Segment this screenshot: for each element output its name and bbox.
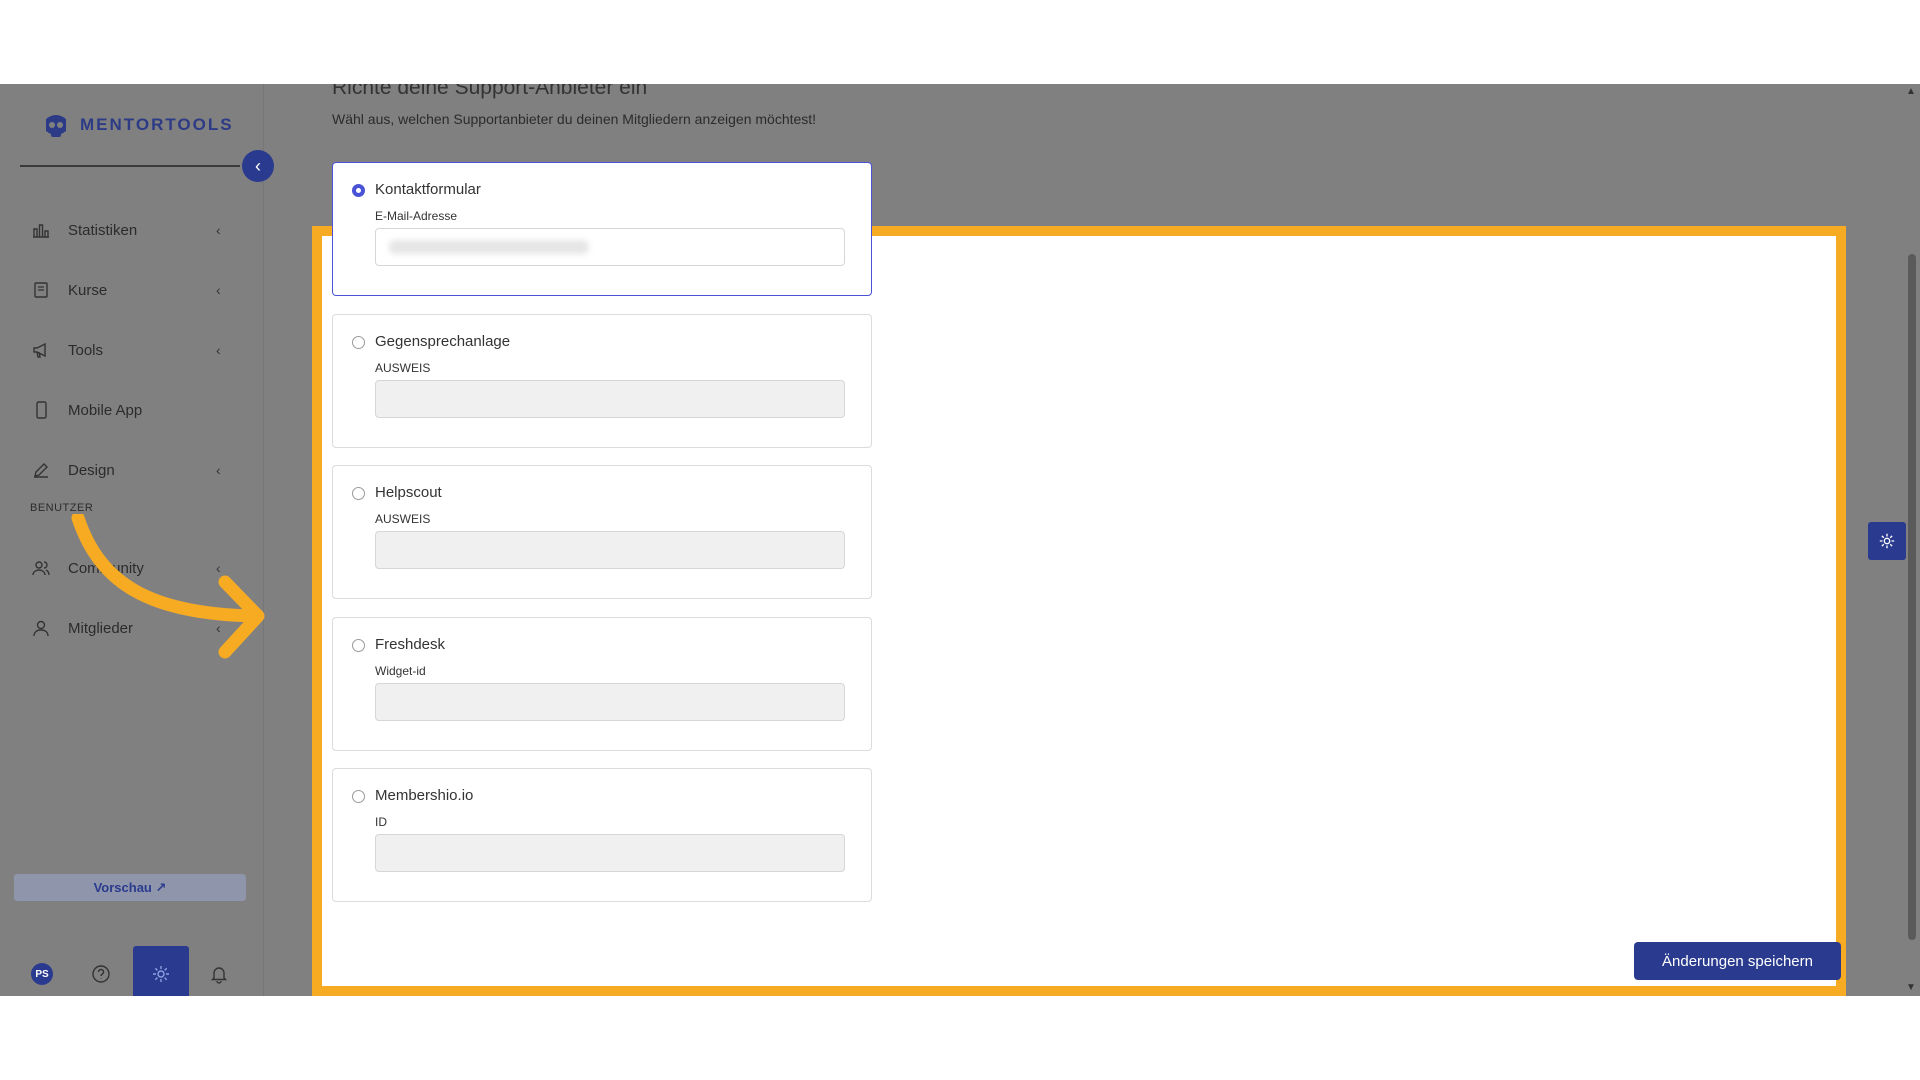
avatar-button[interactable]: PS xyxy=(14,946,70,996)
brand-name: MENTORTOOLS xyxy=(80,115,234,134)
chevron-left-icon: ‹ xyxy=(216,282,221,298)
field-label: ID xyxy=(375,815,387,829)
page-subtitle: Wähl aus, welchen Supportanbieter du dei… xyxy=(332,111,817,127)
preview-button[interactable]: Vorschau ↗ xyxy=(14,874,246,901)
mentor-logo-icon xyxy=(46,115,66,137)
help-icon xyxy=(92,965,110,983)
book-icon xyxy=(30,279,52,301)
brand-logo[interactable]: MENTORTOOLS xyxy=(40,109,234,141)
floating-settings-button[interactable] xyxy=(1868,522,1906,560)
provider-name: Freshdesk xyxy=(375,636,446,653)
settings-button[interactable] xyxy=(133,946,189,996)
people-icon xyxy=(30,557,52,579)
user-icon xyxy=(30,617,52,639)
megaphone-icon xyxy=(30,339,52,361)
chevron-left-icon: ‹ xyxy=(255,155,261,176)
collapse-sidebar-button[interactable]: ‹ xyxy=(242,150,274,182)
sidebar-item-label: Tools xyxy=(68,341,104,359)
provider-radio[interactable] xyxy=(352,184,365,197)
provider-card-helpscout[interactable]: Helpscout AUSWEIS xyxy=(332,465,872,599)
provider-card-membershio[interactable]: Membershio.io ID xyxy=(332,768,872,902)
scrollbar-thumb[interactable] xyxy=(1908,254,1916,940)
field-label: E-Mail-Adresse xyxy=(375,209,458,223)
provider-name: Gegensprechanlage xyxy=(375,333,511,350)
provider-radio[interactable] xyxy=(352,336,365,349)
gear-icon xyxy=(1879,533,1895,549)
sidebar-item-design[interactable]: Design ‹ xyxy=(30,455,230,485)
tutorial-arrow-icon xyxy=(71,514,265,659)
field-label: Widget-id xyxy=(375,664,426,678)
chevron-left-icon: ‹ xyxy=(216,462,221,478)
sidebar-bottom-bar: PS xyxy=(0,932,263,996)
pencil-icon xyxy=(30,459,52,481)
redacted-value xyxy=(389,240,589,254)
provider-card-freshdesk[interactable]: Freshdesk Widget-id xyxy=(332,617,872,751)
notifications-button[interactable] xyxy=(191,946,247,996)
provider-name: Helpscout xyxy=(375,484,442,501)
bell-icon xyxy=(210,967,228,984)
sidebar-item-kurse[interactable]: Kurse ‹ xyxy=(30,275,230,305)
sidebar-item-tools[interactable]: Tools ‹ xyxy=(30,335,230,365)
id-field[interactable] xyxy=(375,834,845,872)
sidebar-item-label: Statistiken xyxy=(68,221,138,239)
app-frame: MENTORTOOLS Statistiken ‹ Kurse ‹ Tools … xyxy=(0,84,1920,996)
help-button[interactable] xyxy=(73,946,129,996)
phone-icon xyxy=(30,399,52,421)
sidebar-item-label: Mobile App xyxy=(68,401,143,419)
field-label: AUSWEIS xyxy=(375,512,431,526)
field-label: AUSWEIS xyxy=(375,361,431,375)
sidebar-item-label: Design xyxy=(68,461,115,479)
id-field[interactable] xyxy=(375,380,845,418)
id-field[interactable] xyxy=(375,531,845,569)
sidebar-item-statistiken[interactable]: Statistiken ‹ xyxy=(30,215,230,245)
provider-name: Membershio.io xyxy=(375,787,474,804)
gear-icon xyxy=(153,966,169,982)
widget-id-field[interactable] xyxy=(375,683,845,721)
provider-radio[interactable] xyxy=(352,639,365,652)
avatar: PS xyxy=(31,963,53,985)
sidebar-section-label: BENUTZER xyxy=(30,502,94,514)
provider-card-gegensprechanlage[interactable]: Gegensprechanlage AUSWEIS xyxy=(332,314,872,448)
provider-name: Kontaktformular xyxy=(375,181,481,198)
sidebar-item-mobile-app[interactable]: Mobile App xyxy=(30,395,230,425)
chevron-left-icon: ‹ xyxy=(216,342,221,358)
sidebar-divider xyxy=(20,165,240,167)
save-changes-button[interactable]: Änderungen speichern xyxy=(1634,942,1841,980)
chevron-left-icon: ‹ xyxy=(216,222,221,238)
provider-radio[interactable] xyxy=(352,487,365,500)
page-title: Richte deine Support-Anbieter ein xyxy=(332,84,648,99)
scroll-up-arrow[interactable]: ▲ xyxy=(1906,86,1916,97)
sidebar-item-label: Kurse xyxy=(68,281,108,299)
scroll-down-arrow[interactable]: ▼ xyxy=(1906,982,1916,993)
bar-chart-icon xyxy=(30,219,52,241)
provider-card-kontaktformular[interactable]: Kontaktformular E-Mail-Adresse xyxy=(332,162,872,296)
provider-radio[interactable] xyxy=(352,790,365,803)
